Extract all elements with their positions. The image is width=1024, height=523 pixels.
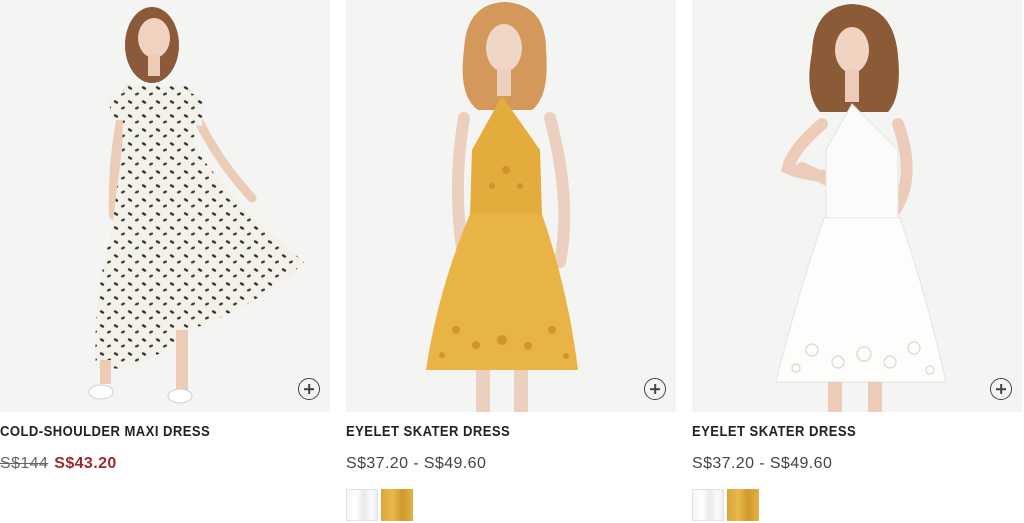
product-price: S$37.20 - S$49.60 — [692, 455, 832, 473]
price-range: S$37.20 - S$49.60 — [346, 455, 487, 472]
color-swatches — [346, 489, 413, 521]
product-price: S$144 S$43.20 — [0, 455, 117, 473]
product-grid: COLD-SHOULDER MAXI DRESS S$144 S$43.20 E… — [0, 0, 1024, 523]
swatch-white[interactable] — [692, 489, 724, 521]
product-name[interactable]: EYELET SKATER DRESS — [346, 424, 510, 440]
product-card[interactable]: EYELET SKATER DRESS S$37.20 - S$49.60 — [692, 0, 1022, 523]
product-card[interactable]: COLD-SHOULDER MAXI DRESS S$144 S$43.20 — [0, 0, 330, 523]
price-range: S$37.20 - S$49.60 — [692, 455, 833, 472]
sale-price: S$43.20 — [54, 455, 117, 472]
quick-add-plus-icon[interactable] — [644, 378, 666, 400]
product-price: S$37.20 - S$49.60 — [346, 455, 486, 473]
model-illustration — [775, 4, 947, 412]
product-image[interactable] — [0, 0, 330, 412]
product-image[interactable] — [346, 0, 676, 412]
model-illustration — [88, 7, 304, 404]
product-name[interactable]: EYELET SKATER DRESS — [692, 424, 856, 440]
quick-add-plus-icon[interactable] — [990, 378, 1012, 400]
product-name[interactable]: COLD-SHOULDER MAXI DRESS — [0, 424, 210, 440]
model-illustration — [426, 2, 578, 412]
swatch-yellow[interactable] — [381, 489, 413, 521]
swatch-white[interactable] — [346, 489, 378, 521]
product-card[interactable]: EYELET SKATER DRESS S$37.20 - S$49.60 — [346, 0, 676, 523]
quick-add-plus-icon[interactable] — [298, 378, 320, 400]
color-swatches — [692, 489, 759, 521]
swatch-yellow[interactable] — [727, 489, 759, 521]
original-price: S$144 — [0, 455, 49, 472]
product-image[interactable] — [692, 0, 1022, 412]
